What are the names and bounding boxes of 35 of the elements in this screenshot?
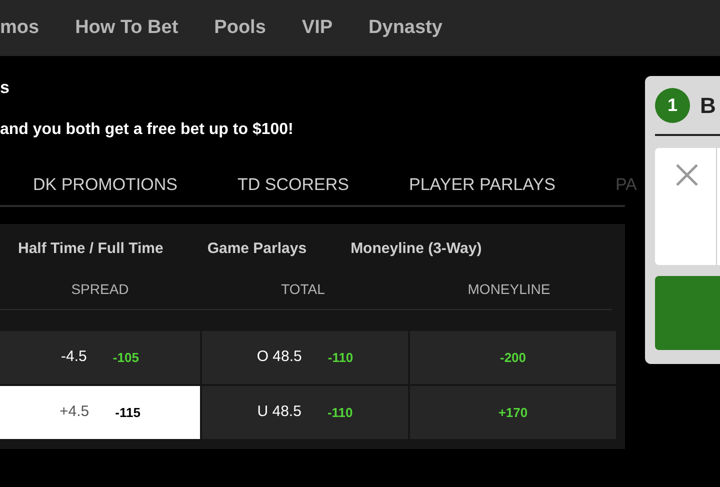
- category-tab[interactable]: TD SCORERS: [238, 172, 349, 198]
- market-subtab[interactable]: Moneyline (3-Way): [350, 238, 482, 260]
- odds-button[interactable]: +4.5 -115: [0, 386, 200, 439]
- line-value: U 48.5: [257, 402, 302, 422]
- line-value: +4.5: [60, 402, 90, 422]
- nav-link[interactable]: VIP: [302, 14, 333, 42]
- odds-value: +170: [498, 404, 528, 422]
- column-header: MONEYLINE: [466, 280, 552, 298]
- odds-button[interactable]: O 48.5 -110: [202, 331, 408, 384]
- odds-value: -115: [115, 404, 140, 422]
- odds-value: -200: [500, 348, 526, 367]
- bet-count-badge: 1: [655, 88, 690, 122]
- line-value: -4.5: [61, 347, 87, 368]
- line-value: O 48.5: [256, 347, 302, 368]
- nav-link[interactable]: Pools: [214, 14, 266, 42]
- nav-link[interactable]: mos: [0, 14, 40, 42]
- odds-button[interactable]: +170: [410, 386, 616, 439]
- nav-link[interactable]: Dynasty: [368, 14, 442, 42]
- odds-value: -105: [112, 348, 139, 367]
- close-icon[interactable]: [675, 163, 699, 187]
- odds-button[interactable]: U 48.5 -110: [202, 386, 408, 439]
- odds-button[interactable]: -4.5 -105: [0, 331, 200, 384]
- odds-button[interactable]: -200: [410, 331, 616, 384]
- category-tab[interactable]: DK PROMOTIONS: [33, 172, 178, 198]
- promo-text: and you both get a free bet up to $100!: [0, 120, 294, 140]
- column-header: SPREAD: [70, 280, 130, 298]
- odds-value: -110: [327, 404, 353, 422]
- odds-value: -110: [328, 348, 354, 367]
- bet-slip-title: B: [700, 92, 716, 120]
- column-header: TOTAL: [280, 280, 326, 298]
- nav-link[interactable]: How To Bet: [75, 14, 178, 42]
- market-subtab[interactable]: Half Time / Full Time: [18, 238, 164, 260]
- market-subtab[interactable]: Game Parlays: [207, 238, 307, 260]
- promo-title: s: [0, 78, 10, 98]
- category-tab[interactable]: PLAYER PARLAYS: [408, 172, 556, 198]
